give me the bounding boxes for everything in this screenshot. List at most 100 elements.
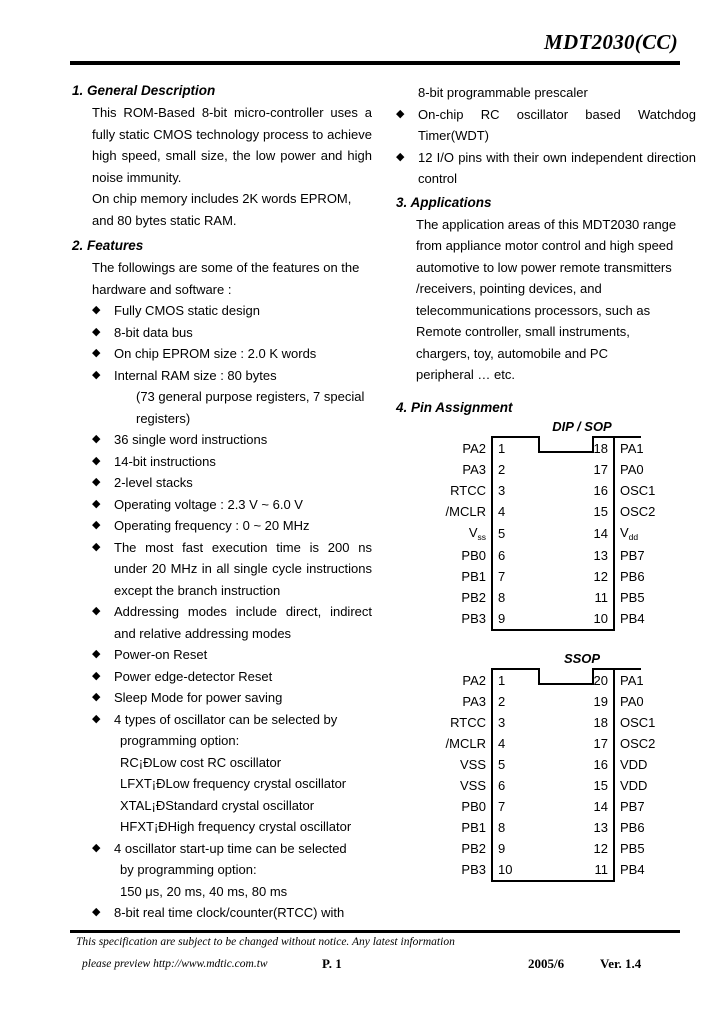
left-column: 1. General Description This ROM-Based 8-… xyxy=(72,82,372,924)
pin-label-left: PB3 xyxy=(461,611,486,626)
header-divider xyxy=(70,61,680,65)
table-row: PA3 2 17 PA0 xyxy=(416,458,690,480)
list-item-label: On chip EPROM size : 2.0 K words xyxy=(114,346,317,361)
list-item-label: 12 I/O pins with their own independent d… xyxy=(418,149,696,187)
pin-label-right: PA1 xyxy=(620,440,644,456)
table-row: RTCC 3 18 OSC1 xyxy=(416,711,690,733)
pin-label-right: OSC2 xyxy=(620,735,656,751)
pin-number-right: 12 xyxy=(553,565,615,587)
diamond-bullet-icon: ◆ xyxy=(92,433,101,445)
list-item-label: 14-bit instructions xyxy=(114,453,216,469)
list-item: ◆ Addressing modes include direct, indir… xyxy=(92,601,372,644)
pin-label-right: VDD xyxy=(620,756,648,772)
diamond-bullet-icon: ◆ xyxy=(92,325,101,338)
list-item-label: 8-bit programmable prescaler xyxy=(418,85,588,100)
pin-number-left: 8 xyxy=(491,816,553,838)
list-item: ◆ 14-bit instructions xyxy=(92,451,372,473)
applications-line: The application areas of this MDT2030 ra… xyxy=(416,216,677,232)
pin-label-left: PA2 xyxy=(462,672,486,688)
pin-number-right: 14 xyxy=(553,795,615,817)
applications-line: chargers, toy, automobile and PC xyxy=(416,345,608,361)
table-row: PB0 7 14 PB7 xyxy=(416,795,690,817)
pin-number-right: 10 xyxy=(553,607,615,631)
pin-number-right: 14 xyxy=(553,521,615,545)
package-title: DIP / SOP xyxy=(552,418,612,434)
diamond-bullet-icon: ◆ xyxy=(92,368,101,381)
pin-number-right: 17 xyxy=(553,458,615,480)
pin-label-subscript: ss xyxy=(477,531,487,542)
pin-number-right: 16 xyxy=(553,753,615,775)
pin-label-right: PB4 xyxy=(620,611,645,626)
package-diagram-ssop: SSOP PA2 1 20 PA1 PA3 2 19 PA0 RTCC 3 18… xyxy=(416,651,696,882)
diamond-bullet-icon: ◆ xyxy=(396,150,405,163)
diamond-bullet-icon: ◆ xyxy=(396,107,405,120)
list-item: ◆ 4 types of oscillator can be selected … xyxy=(92,709,372,838)
pin-label-right: OSC1 xyxy=(620,714,656,730)
list-item-label: Operating frequency : 0 ~ 20 MHz xyxy=(114,518,310,533)
list-item-line: 150 μs, 20 ms, 40 ms, 80 ms xyxy=(120,883,288,899)
list-item: ◆ Operating frequency : 0 ~ 20 MHz xyxy=(92,515,372,537)
pin-number-left: 10 xyxy=(491,858,553,882)
pin-number-left: 6 xyxy=(491,774,553,796)
pin-label-right: PB7 xyxy=(620,798,645,814)
pin-number-left: 9 xyxy=(491,607,553,631)
list-item: ◆ The most fast execution time is 200 ns… xyxy=(92,537,372,602)
pin-label-subscript: dd xyxy=(628,531,639,542)
pin-label-right: OSC1 xyxy=(620,482,656,498)
top-edge-left-segment xyxy=(491,667,538,670)
footer-divider xyxy=(70,930,680,933)
list-item-label: Sleep Mode for power saving xyxy=(114,690,283,705)
pin-label-base: V xyxy=(620,524,629,540)
list-item-label: 36 single word instructions xyxy=(114,432,268,447)
pin-number-left: 3 xyxy=(491,479,553,501)
package-diagram-dip-sop: DIP / SOP PA2 1 18 PA1 PA3 2 17 PA0 RTCC… xyxy=(416,419,696,631)
list-item-line: RC¡ÐLow cost RC oscillator xyxy=(120,754,282,770)
applications-line: automotive to low power remote transmitt… xyxy=(416,259,672,275)
list-item: ◆ 8-bit data bus xyxy=(92,322,372,344)
pin-label-left: PA3 xyxy=(462,461,486,477)
table-row: PB0 6 13 PB7 xyxy=(416,544,690,566)
section-heading-applications: 3. Applications xyxy=(396,194,492,210)
pin-label-left: PB1 xyxy=(461,819,486,835)
list-item-label: On-chip RC oscillator based Watchdog Tim… xyxy=(418,106,696,144)
datasheet-page: MDT2030(CC) 1. General Description This … xyxy=(0,0,720,1012)
list-item-continuation: 8-bit programmable prescaler xyxy=(396,82,696,104)
diamond-bullet-icon: ◆ xyxy=(92,347,101,359)
table-row: PB2 9 12 PB5 xyxy=(416,837,690,859)
list-item-subtext-continued: registers) xyxy=(136,410,191,426)
pin-number-left: 4 xyxy=(491,500,553,522)
top-edge-right-segment xyxy=(594,667,641,670)
pin-label-left: RTCC xyxy=(450,714,486,730)
pin-number-left: 8 xyxy=(491,586,553,608)
package-body: PA2 1 20 PA1 PA3 2 19 PA0 RTCC 3 18 OSC1… xyxy=(416,667,706,882)
pin-label-left: PB2 xyxy=(461,840,486,856)
page-footer: This specification are subject to be cha… xyxy=(70,934,682,984)
pin-label-right: PA0 xyxy=(620,461,644,477)
pin-label-base: V xyxy=(468,524,478,540)
pin-label-right: PB4 xyxy=(620,862,645,877)
footer-date: 2005/6 xyxy=(528,956,565,971)
pin-label-right: PA0 xyxy=(620,693,644,709)
top-edge-right-segment xyxy=(594,435,641,438)
applications-line: telecommunications processors, such as xyxy=(416,302,651,318)
list-item: ◆ On-chip RC oscillator based Watchdog T… xyxy=(396,104,696,147)
pin-number-left: 7 xyxy=(491,565,553,587)
list-item-line: XTAL¡ÐStandard crystal oscillator xyxy=(120,797,315,813)
package-title: SSOP xyxy=(563,650,601,666)
diamond-bullet-icon: ◆ xyxy=(92,605,101,617)
applications-line: peripheral … etc. xyxy=(416,367,515,382)
pin-number-left: 2 xyxy=(491,690,553,712)
pin-number-right: 11 xyxy=(553,858,615,882)
pin-label-right: PA1 xyxy=(620,672,644,688)
pin-label-right: PB5 xyxy=(620,589,645,605)
table-row: PB2 8 11 PB5 xyxy=(416,586,690,608)
list-item: ◆ On chip EPROM size : 2.0 K words xyxy=(92,343,372,365)
general-description-paragraph-1: This ROM-Based 8-bit micro-controller us… xyxy=(92,105,372,185)
list-item: ◆ Fully CMOS static design xyxy=(92,300,372,322)
pin-label-left: PB2 xyxy=(461,589,486,605)
table-row: PA3 2 19 PA0 xyxy=(416,690,690,712)
diamond-bullet-icon: ◆ xyxy=(92,304,101,316)
list-item: ◆ 4 oscillator start-up time can be sele… xyxy=(92,838,372,903)
list-item: ◆ 36 single word instructions xyxy=(92,429,372,451)
